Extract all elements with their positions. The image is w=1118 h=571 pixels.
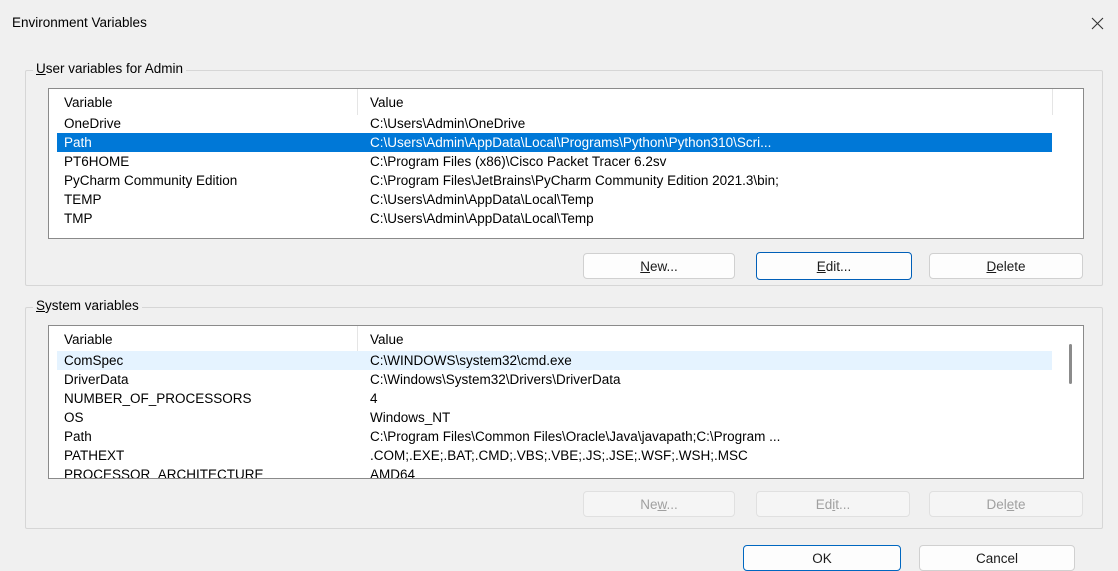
cell-value: C:\Users\Admin\AppData\Local\Temp bbox=[370, 211, 594, 226]
cell-variable: PATHEXT bbox=[64, 448, 125, 463]
cell-variable: TMP bbox=[64, 211, 93, 226]
button-label: Delete bbox=[986, 496, 1026, 512]
close-button[interactable] bbox=[1080, 8, 1114, 38]
table-row[interactable]: TEMP C:\Users\Admin\AppData\Local\Temp bbox=[57, 190, 1052, 209]
user-variables-list[interactable]: Variable Value OneDrive C:\Users\Admin\O… bbox=[48, 88, 1084, 239]
ok-button[interactable]: OK bbox=[743, 545, 901, 571]
cell-value: C:\Users\Admin\OneDrive bbox=[370, 116, 526, 131]
vertical-scrollbar[interactable] bbox=[1063, 326, 1079, 478]
cell-value: C:\Program Files\JetBrains\PyCharm Commu… bbox=[370, 173, 779, 188]
system-delete-button[interactable]: Delete bbox=[929, 491, 1083, 517]
cell-variable: PT6HOME bbox=[64, 154, 130, 169]
column-divider[interactable] bbox=[1052, 89, 1053, 115]
table-row[interactable]: ComSpec C:\WINDOWS\system32\cmd.exe bbox=[57, 351, 1052, 370]
cell-variable: PROCESSOR_ARCHITECTURE bbox=[64, 467, 264, 479]
cell-value: C:\WINDOWS\system32\cmd.exe bbox=[370, 353, 572, 368]
table-row[interactable]: PT6HOME C:\Program Files (x86)\Cisco Pac… bbox=[57, 152, 1052, 171]
table-row[interactable]: OS Windows_NT bbox=[57, 408, 1052, 427]
close-icon bbox=[1091, 17, 1103, 29]
scrollbar-thumb[interactable] bbox=[1069, 344, 1072, 384]
system-variables-group: System variables Variable Value ComSpec … bbox=[25, 298, 1103, 529]
cell-variable: Path bbox=[64, 135, 92, 150]
cell-value: C:\Program Files (x86)\Cisco Packet Trac… bbox=[370, 154, 667, 169]
title-bar: Environment Variables bbox=[0, 0, 1118, 44]
table-row[interactable]: DriverData C:\Windows\System32\Drivers\D… bbox=[57, 370, 1052, 389]
cell-variable: OneDrive bbox=[64, 116, 122, 131]
system-edit-button[interactable]: Edit... bbox=[756, 491, 910, 517]
button-label: Cancel bbox=[975, 550, 1019, 566]
cell-variable: Path bbox=[64, 429, 92, 444]
button-label: New... bbox=[640, 258, 678, 274]
column-divider[interactable] bbox=[357, 326, 358, 352]
user-new-button[interactable]: New... bbox=[583, 253, 735, 279]
column-header-variable[interactable]: Variable bbox=[64, 95, 113, 110]
system-variables-label: System variables bbox=[33, 298, 142, 313]
button-label: OK bbox=[812, 550, 832, 566]
table-row[interactable]: Path C:\Program Files\Common Files\Oracl… bbox=[57, 427, 1052, 446]
cell-value: Windows_NT bbox=[370, 410, 451, 425]
button-label: Edit... bbox=[815, 496, 851, 512]
table-row[interactable]: OneDrive C:\Users\Admin\OneDrive bbox=[57, 114, 1052, 133]
cancel-button[interactable]: Cancel bbox=[919, 545, 1075, 571]
column-header-value[interactable]: Value bbox=[370, 95, 404, 110]
button-label: New... bbox=[640, 496, 678, 512]
table-row-selected[interactable]: Path C:\Users\Admin\AppData\Local\Progra… bbox=[57, 133, 1052, 152]
column-divider[interactable] bbox=[357, 89, 358, 115]
cell-value: C:\Users\Admin\AppData\Local\Programs\Py… bbox=[370, 135, 772, 150]
user-edit-button[interactable]: Edit... bbox=[756, 252, 912, 280]
cell-variable: ComSpec bbox=[64, 353, 124, 368]
button-label: Delete bbox=[986, 258, 1026, 274]
user-delete-button[interactable]: Delete bbox=[929, 253, 1083, 279]
cell-variable: TEMP bbox=[64, 192, 102, 207]
table-row[interactable]: PyCharm Community Edition C:\Program Fil… bbox=[57, 171, 1052, 190]
window-title: Environment Variables bbox=[12, 15, 147, 30]
cell-value: AMD64 bbox=[370, 467, 416, 479]
user-variables-group: User variables for Admin Variable Value … bbox=[25, 61, 1103, 286]
user-variables-label: User variables for Admin bbox=[33, 61, 187, 76]
list-header: Variable Value bbox=[49, 326, 1083, 352]
system-variables-list[interactable]: Variable Value ComSpec C:\WINDOWS\system… bbox=[48, 325, 1084, 479]
button-label: Edit... bbox=[816, 258, 852, 274]
table-row[interactable]: PATHEXT .COM;.EXE;.BAT;.CMD;.VBS;.VBE;.J… bbox=[57, 446, 1052, 465]
cell-value: C:\Users\Admin\AppData\Local\Temp bbox=[370, 192, 594, 207]
cell-variable: NUMBER_OF_PROCESSORS bbox=[64, 391, 252, 406]
cell-value: C:\Program Files\Common Files\Oracle\Jav… bbox=[370, 429, 781, 444]
list-header: Variable Value bbox=[49, 89, 1083, 115]
cell-value: C:\Windows\System32\Drivers\DriverData bbox=[370, 372, 621, 387]
cell-variable: OS bbox=[64, 410, 84, 425]
cell-value: 4 bbox=[370, 391, 378, 406]
system-new-button[interactable]: New... bbox=[583, 491, 735, 517]
table-row[interactable]: PROCESSOR_ARCHITECTURE AMD64 bbox=[57, 465, 1052, 479]
table-row[interactable]: TMP C:\Users\Admin\AppData\Local\Temp bbox=[57, 209, 1052, 228]
cell-value: .COM;.EXE;.BAT;.CMD;.VBS;.VBE;.JS;.JSE;.… bbox=[370, 448, 748, 463]
column-header-value[interactable]: Value bbox=[370, 332, 404, 347]
environment-variables-dialog: Environment Variables User variables for… bbox=[0, 0, 1118, 571]
cell-variable: PyCharm Community Edition bbox=[64, 173, 238, 188]
column-header-variable[interactable]: Variable bbox=[64, 332, 113, 347]
table-row[interactable]: NUMBER_OF_PROCESSORS 4 bbox=[57, 389, 1052, 408]
cell-variable: DriverData bbox=[64, 372, 129, 387]
